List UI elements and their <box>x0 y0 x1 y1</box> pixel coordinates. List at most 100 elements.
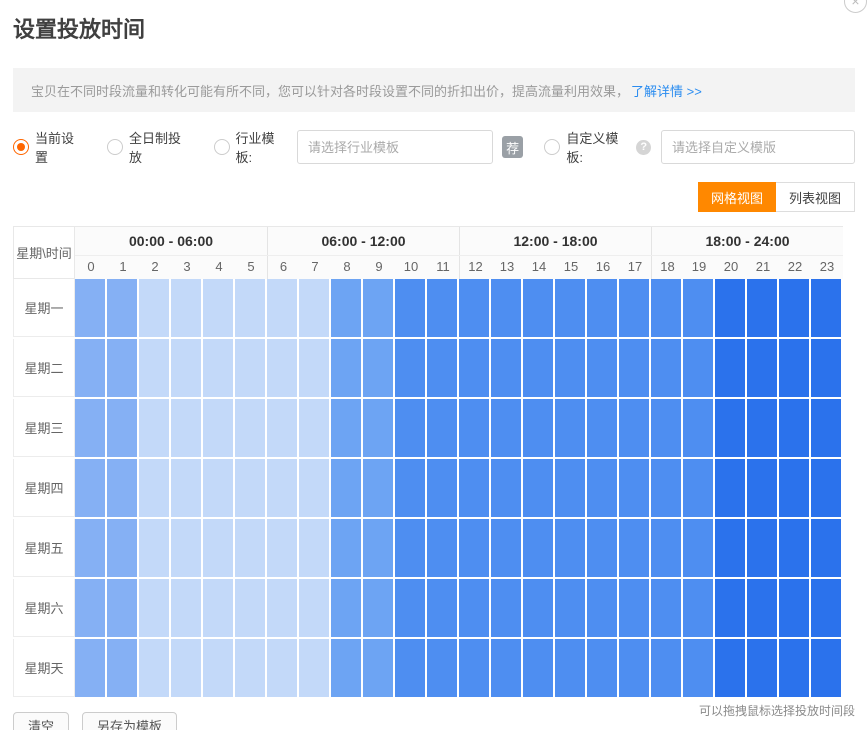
schedule-cell[interactable] <box>491 459 523 517</box>
schedule-cell[interactable] <box>139 519 171 577</box>
schedule-cell[interactable] <box>523 579 555 637</box>
schedule-cell[interactable] <box>427 459 459 517</box>
schedule-cell[interactable] <box>107 279 139 337</box>
schedule-cell[interactable] <box>651 579 683 637</box>
schedule-cell[interactable] <box>235 519 267 577</box>
schedule-cell[interactable] <box>491 339 523 397</box>
schedule-cell[interactable] <box>395 339 427 397</box>
schedule-cell[interactable] <box>363 459 395 517</box>
schedule-cell[interactable] <box>811 279 843 337</box>
schedule-cell[interactable] <box>811 459 843 517</box>
schedule-cell[interactable] <box>267 339 299 397</box>
schedule-cell[interactable] <box>587 519 619 577</box>
schedule-cell[interactable] <box>171 279 203 337</box>
custom-template-input[interactable] <box>661 130 855 164</box>
schedule-cell[interactable] <box>779 399 811 457</box>
schedule-cell[interactable] <box>587 459 619 517</box>
schedule-cell[interactable] <box>555 639 587 697</box>
radio-industry-template[interactable]: 行业模板: <box>214 128 289 166</box>
schedule-cell[interactable] <box>299 399 331 457</box>
schedule-cell[interactable] <box>779 279 811 337</box>
schedule-cell[interactable] <box>459 339 491 397</box>
schedule-cell[interactable] <box>619 399 651 457</box>
schedule-cell[interactable] <box>171 579 203 637</box>
schedule-cell[interactable] <box>715 339 747 397</box>
schedule-cell[interactable] <box>363 399 395 457</box>
schedule-cell[interactable] <box>75 519 107 577</box>
schedule-cell[interactable] <box>619 579 651 637</box>
schedule-cell[interactable] <box>491 519 523 577</box>
schedule-cell[interactable] <box>427 279 459 337</box>
schedule-cell[interactable] <box>107 639 139 697</box>
schedule-cell[interactable] <box>299 639 331 697</box>
schedule-cell[interactable] <box>459 279 491 337</box>
schedule-cell[interactable] <box>107 579 139 637</box>
schedule-cell[interactable] <box>459 459 491 517</box>
schedule-cell[interactable] <box>331 519 363 577</box>
schedule-cell[interactable] <box>747 399 779 457</box>
schedule-cell[interactable] <box>395 639 427 697</box>
schedule-cell[interactable] <box>747 639 779 697</box>
schedule-cell[interactable] <box>171 339 203 397</box>
schedule-cell[interactable] <box>651 339 683 397</box>
schedule-cell[interactable] <box>363 639 395 697</box>
schedule-cell[interactable] <box>619 339 651 397</box>
schedule-cell[interactable] <box>171 639 203 697</box>
schedule-cell[interactable] <box>523 519 555 577</box>
schedule-cell[interactable] <box>683 579 715 637</box>
radio-current-settings[interactable]: 当前设置 <box>13 128 85 166</box>
schedule-cell[interactable] <box>427 579 459 637</box>
learn-more-link[interactable]: 了解详情 >> <box>631 81 702 100</box>
schedule-cell[interactable] <box>587 339 619 397</box>
schedule-cell[interactable] <box>203 279 235 337</box>
schedule-cell[interactable] <box>779 519 811 577</box>
schedule-cell[interactable] <box>139 639 171 697</box>
schedule-cell[interactable] <box>491 279 523 337</box>
schedule-cell[interactable] <box>651 279 683 337</box>
schedule-cell[interactable] <box>715 519 747 577</box>
schedule-cell[interactable] <box>75 459 107 517</box>
schedule-cell[interactable] <box>779 339 811 397</box>
schedule-cell[interactable] <box>203 579 235 637</box>
schedule-cell[interactable] <box>203 519 235 577</box>
schedule-cell[interactable] <box>75 579 107 637</box>
schedule-cell[interactable] <box>651 639 683 697</box>
schedule-cell[interactable] <box>299 519 331 577</box>
radio-industry-template-icon[interactable] <box>214 139 230 155</box>
schedule-cell[interactable] <box>75 339 107 397</box>
schedule-cell[interactable] <box>523 279 555 337</box>
schedule-cell[interactable] <box>811 639 843 697</box>
schedule-cell[interactable] <box>107 459 139 517</box>
schedule-cell[interactable] <box>683 399 715 457</box>
schedule-cell[interactable] <box>619 519 651 577</box>
schedule-cell[interactable] <box>267 459 299 517</box>
schedule-cell[interactable] <box>683 519 715 577</box>
schedule-cell[interactable] <box>555 399 587 457</box>
schedule-cell[interactable] <box>203 339 235 397</box>
save-as-template-button[interactable]: 另存为模板 <box>82 712 177 730</box>
industry-template-input[interactable] <box>297 130 493 164</box>
schedule-cell[interactable] <box>267 639 299 697</box>
schedule-cell[interactable] <box>171 459 203 517</box>
schedule-cell[interactable] <box>395 279 427 337</box>
schedule-cell[interactable] <box>811 339 843 397</box>
schedule-cell[interactable] <box>331 639 363 697</box>
schedule-cell[interactable] <box>779 579 811 637</box>
schedule-cell[interactable] <box>235 459 267 517</box>
schedule-cell[interactable] <box>747 519 779 577</box>
schedule-cell[interactable] <box>779 639 811 697</box>
schedule-cell[interactable] <box>523 459 555 517</box>
radio-fulltime-icon[interactable] <box>107 139 123 155</box>
schedule-cell[interactable] <box>715 459 747 517</box>
schedule-cell[interactable] <box>395 459 427 517</box>
radio-custom-template[interactable]: 自定义模板: <box>544 128 632 166</box>
schedule-cell[interactable] <box>555 579 587 637</box>
schedule-cell[interactable] <box>523 399 555 457</box>
schedule-cell[interactable] <box>491 639 523 697</box>
schedule-cell[interactable] <box>747 459 779 517</box>
schedule-cell[interactable] <box>299 459 331 517</box>
schedule-cell[interactable] <box>619 639 651 697</box>
schedule-cell[interactable] <box>523 639 555 697</box>
schedule-cell[interactable] <box>171 519 203 577</box>
schedule-cell[interactable] <box>427 399 459 457</box>
